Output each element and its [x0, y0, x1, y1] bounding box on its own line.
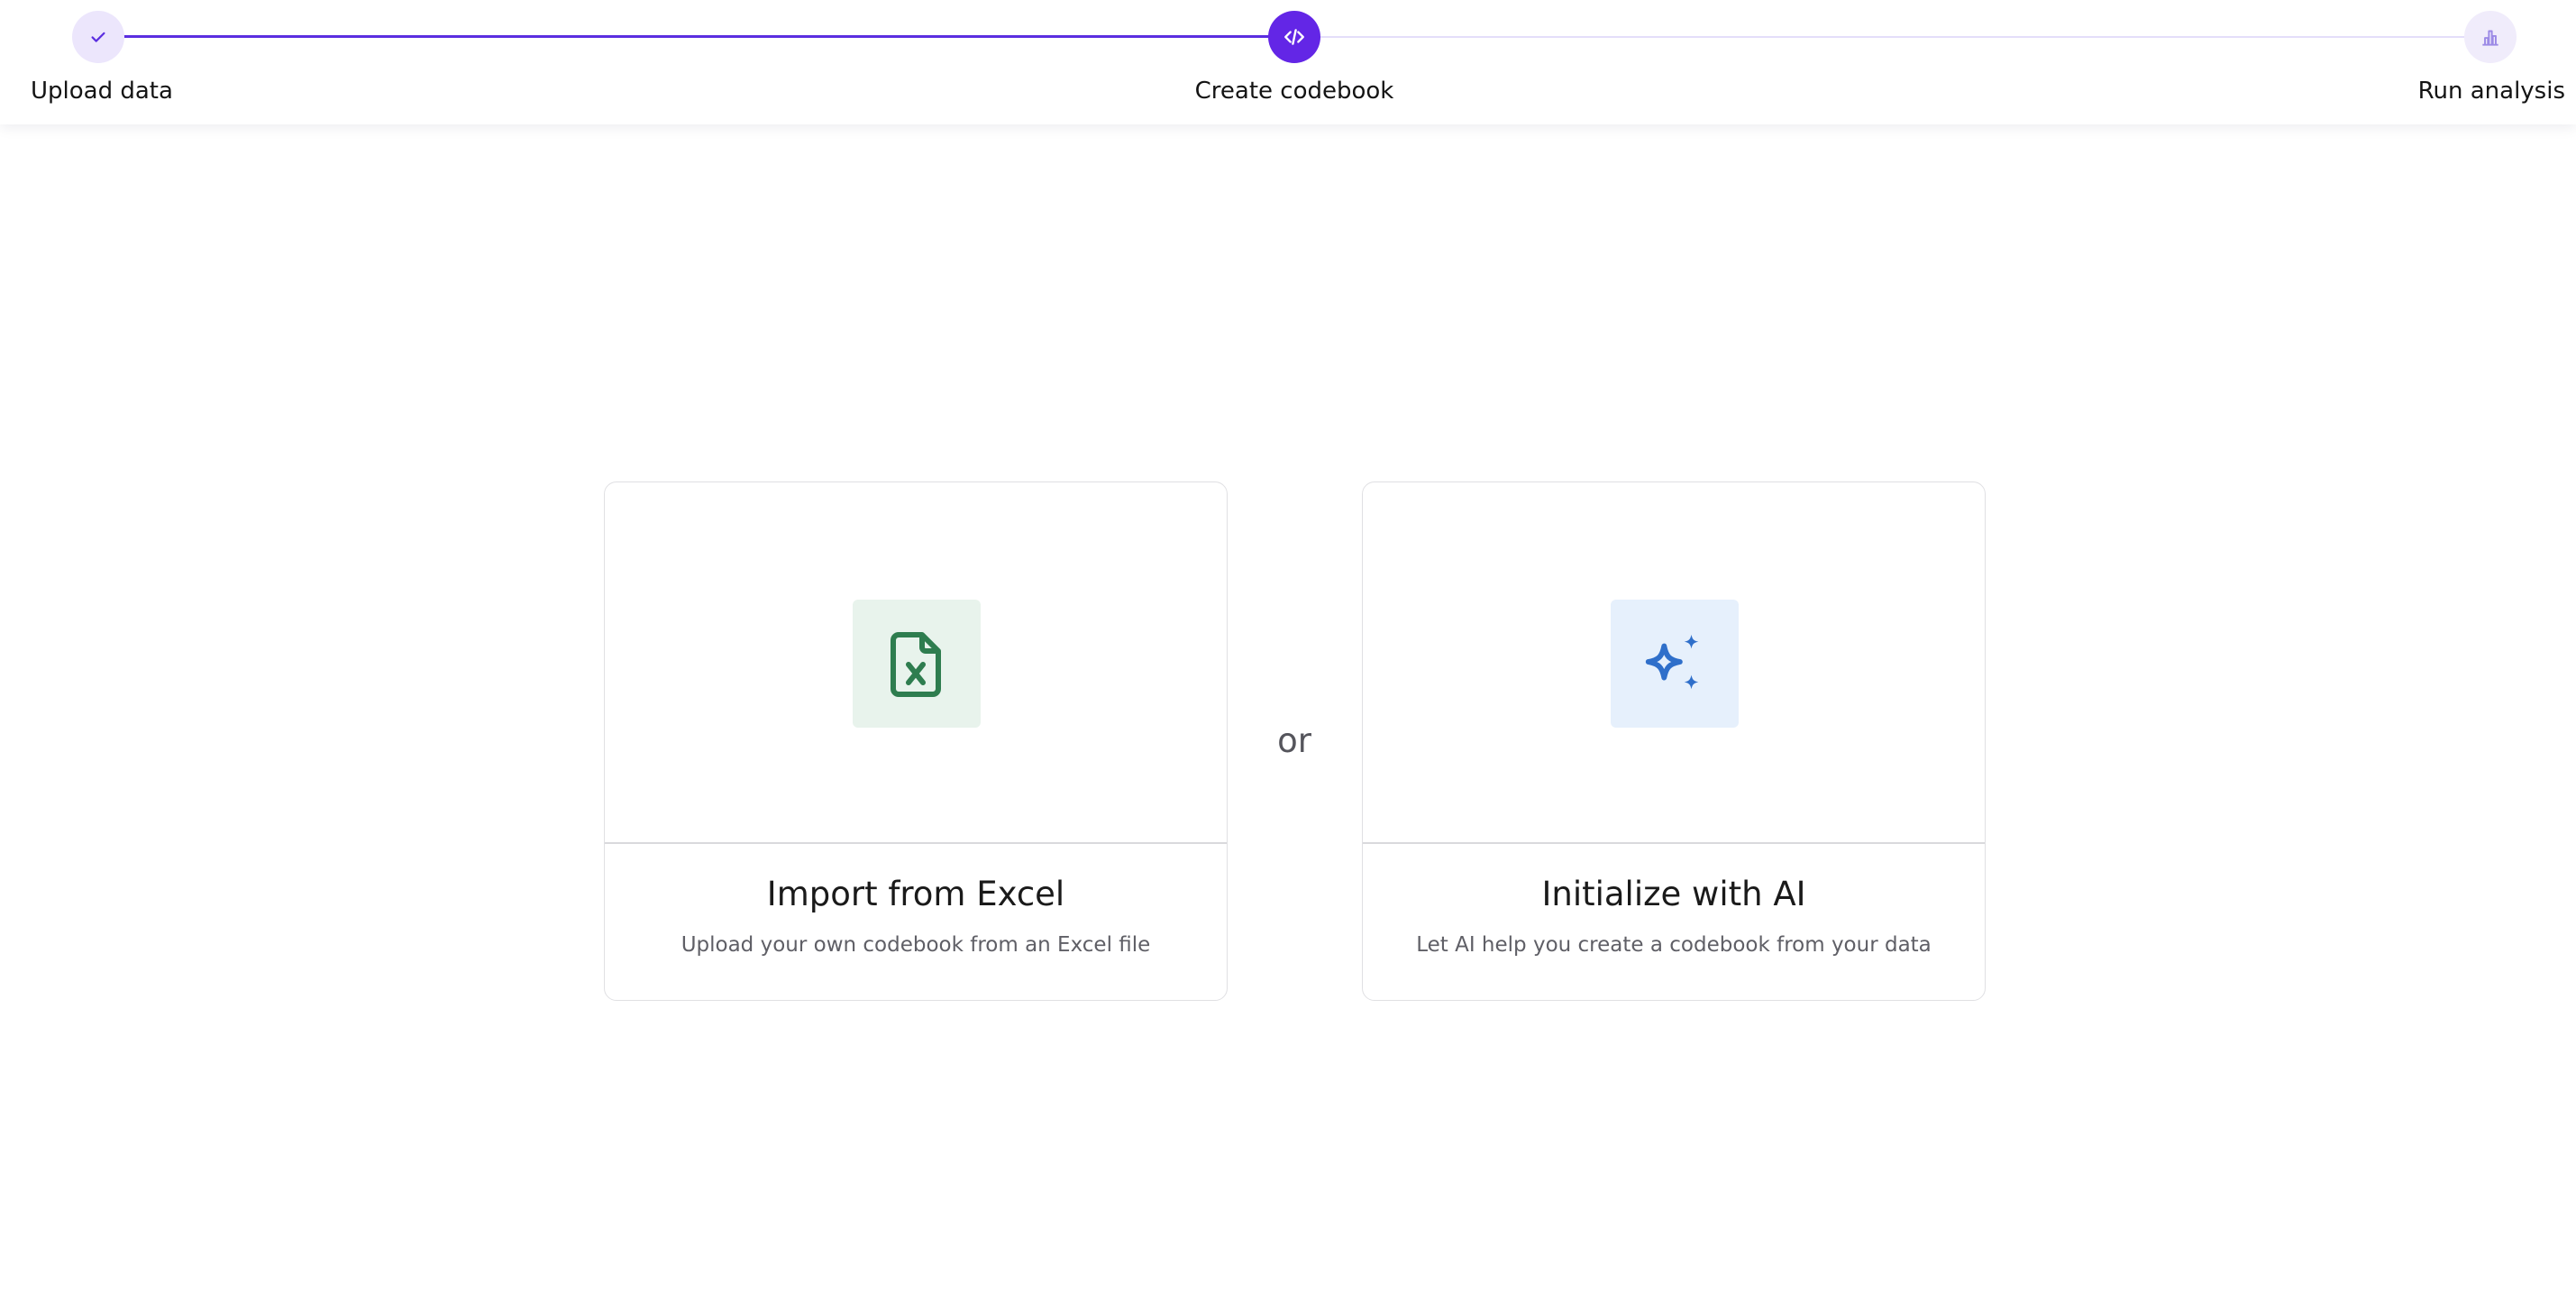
initialize-with-ai-card[interactable]: Initialize with AI Let AI help you creat…	[1362, 481, 1986, 1001]
step-upload-data[interactable]	[72, 11, 124, 63]
excel-icon-tile	[853, 600, 981, 728]
card-preview-area	[605, 482, 1227, 844]
check-icon	[91, 32, 105, 42]
card-description-excel: Upload your own codebook from an Excel f…	[681, 933, 1151, 957]
or-separator: or	[1277, 721, 1311, 760]
stepper-track-pending	[1294, 36, 2491, 38]
stepper-track-completed	[97, 35, 1294, 38]
card-description-ai: Let AI help you create a codebook from y…	[1416, 933, 1932, 957]
sparkles-icon	[1645, 634, 1699, 690]
card-preview-area	[1363, 482, 1985, 844]
card-title-excel: Import from Excel	[766, 875, 1065, 913]
card-title-ai: Initialize with AI	[1541, 875, 1806, 913]
code-icon	[1284, 29, 1304, 45]
step-label-run-analysis: Run analysis	[2417, 78, 2565, 105]
step-label-create-codebook: Create codebook	[1194, 78, 1394, 105]
ai-icon-tile	[1611, 600, 1739, 728]
step-run-analysis[interactable]	[2464, 11, 2517, 63]
import-from-excel-card[interactable]: Import from Excel Upload your own codebo…	[604, 481, 1228, 1001]
step-create-codebook[interactable]	[1268, 11, 1320, 63]
step-label-upload-data: Upload data	[31, 78, 173, 105]
progress-stepper: Upload data Create codebook Run analysis	[0, 0, 2576, 124]
excel-file-icon	[891, 632, 941, 697]
bar-chart-icon	[2482, 30, 2498, 46]
